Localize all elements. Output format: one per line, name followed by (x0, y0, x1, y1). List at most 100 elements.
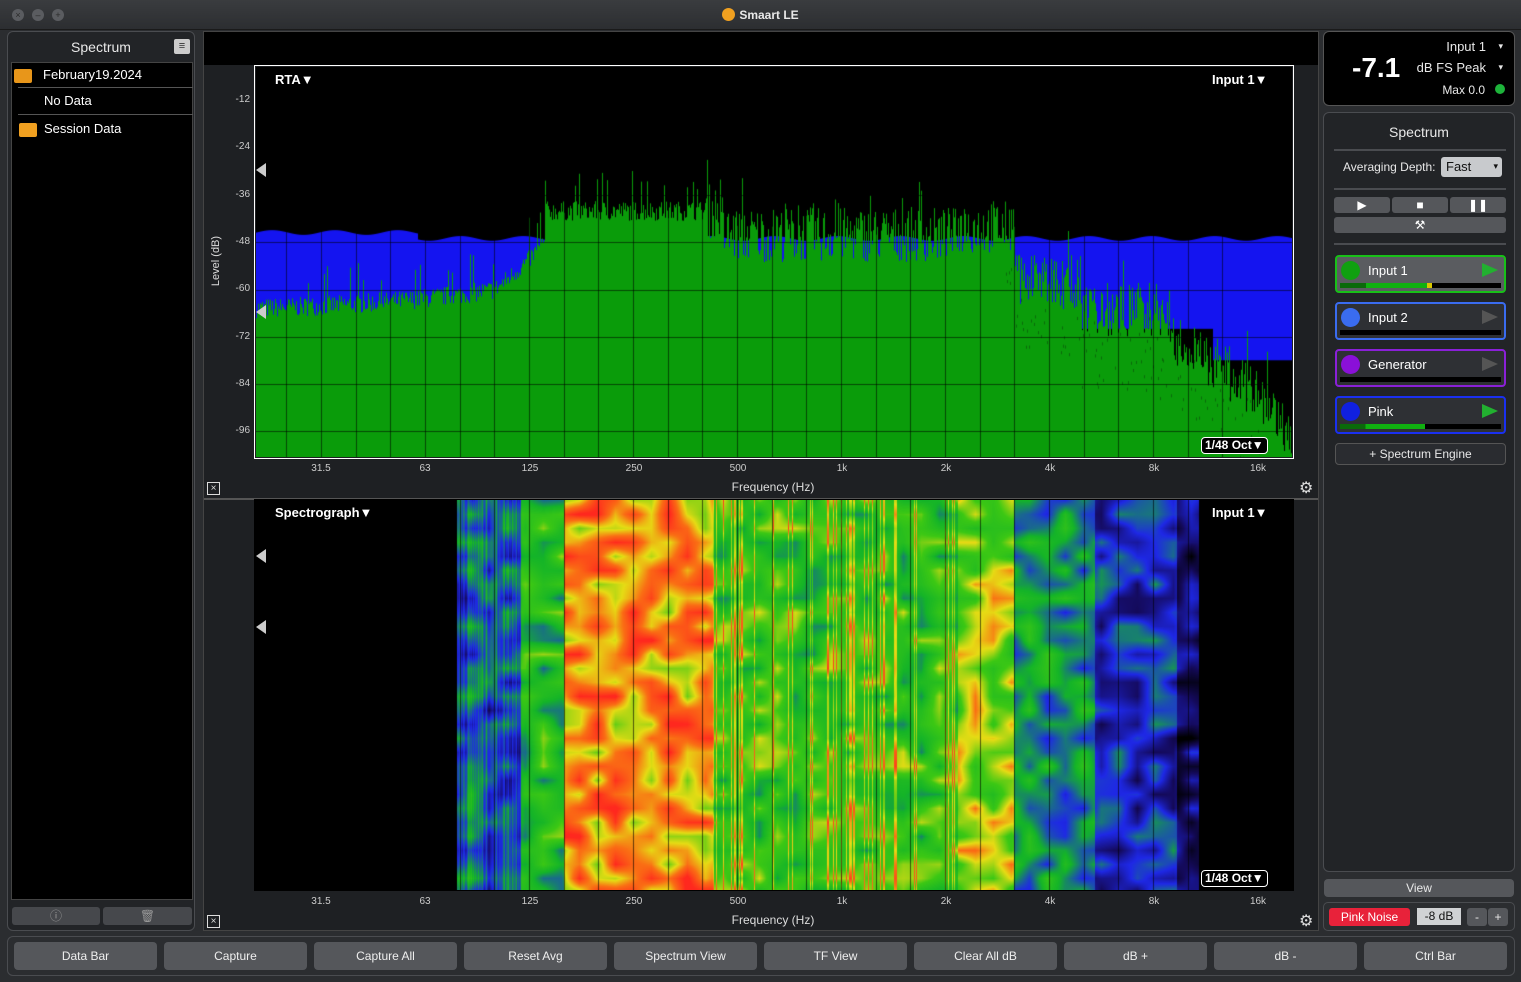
left-panel-title: Spectrum (71, 39, 131, 55)
rta-x-axis-label: Frequency (Hz) (731, 480, 815, 494)
pause-icon: ❚❚ (1467, 198, 1489, 212)
play-icon[interactable] (1482, 357, 1498, 371)
meter-source-dropdown[interactable]: Input 1 (1446, 39, 1486, 54)
tools-button[interactable]: ⚒ (1334, 217, 1506, 233)
list-item-folder[interactable]: Session Data (12, 117, 192, 143)
bottom-button-tf-view[interactable]: TF View (764, 942, 907, 970)
top-strip (204, 32, 1318, 65)
view-button[interactable]: View (1324, 879, 1514, 897)
pause-button[interactable]: ❚❚ (1450, 197, 1506, 213)
delete-button[interactable]: 🗑 (103, 907, 192, 925)
rta-y-tick: -72 (235, 330, 250, 342)
engine-pink[interactable]: Pink (1335, 396, 1506, 434)
generator-increase-button[interactable]: + (1488, 908, 1508, 926)
bottom-button-db-[interactable]: dB - (1214, 942, 1357, 970)
rta-input-dropdown[interactable]: Input 1▼ (1212, 72, 1267, 87)
spectrograph-input-dropdown[interactable]: Input 1▼ (1212, 505, 1267, 520)
averaging-value: Fast (1446, 159, 1472, 174)
chevron-down-icon: ▾ (1493, 161, 1498, 171)
bottom-button-capture[interactable]: Capture (164, 942, 307, 970)
rta-y-tick: -24 (235, 141, 250, 153)
rta-resolution-dropdown[interactable]: 1/48 Oct▼ (1201, 437, 1268, 454)
rta-x-tick: 500 (729, 463, 747, 474)
rta-upper-marker[interactable] (256, 163, 266, 177)
spectrograph-x-tick: 4k (1044, 896, 1056, 907)
folder-open-icon (14, 69, 32, 83)
engine-color-icon (1341, 402, 1360, 421)
rta-x-tick: 8k (1148, 463, 1160, 474)
peak-indicator (1426, 283, 1432, 288)
tools-icon: ⚒ (1414, 218, 1426, 232)
title-bar: × – + Smaart LE (0, 0, 1521, 30)
play-icon[interactable] (1482, 404, 1498, 418)
chevron-down-icon[interactable]: ▾ (1498, 62, 1503, 73)
bottom-button-reset-avg[interactable]: Reset Avg (464, 942, 607, 970)
play-button[interactable]: ▶ (1334, 197, 1390, 213)
spectrograph-resolution-dropdown[interactable]: 1/48 Oct▼ (1201, 870, 1268, 887)
rta-y-tick: -60 (235, 283, 250, 295)
generator-level-field[interactable]: -8 dB (1417, 908, 1461, 925)
trash-icon: 🗑 (139, 909, 156, 923)
engine-color-icon (1341, 308, 1360, 327)
meter-mode-dropdown[interactable]: dB FS Peak (1417, 60, 1486, 75)
meter-value: -7.1 (1352, 52, 1401, 83)
rta-plot[interactable] (256, 67, 1292, 457)
pink-noise-button[interactable]: Pink Noise (1329, 908, 1410, 926)
engine-generator[interactable]: Generator (1335, 349, 1506, 387)
rta-x-tick: 4k (1044, 463, 1056, 474)
divider (1334, 149, 1506, 151)
spectrum-control-panel: Spectrum Averaging Depth: Fast ▾ ▶ ■ ❚❚ ⚒… (1323, 112, 1515, 872)
spectrograph-x-tick: 31.5 (311, 896, 331, 907)
stop-button[interactable]: ■ (1392, 197, 1448, 213)
spectrograph-x-tick: 1k (836, 896, 848, 907)
rta-type-dropdown[interactable]: RTA▼ (275, 72, 314, 87)
chevron-down-icon[interactable]: ▾ (1498, 41, 1503, 52)
spectrograph-plot[interactable] (255, 500, 1293, 890)
generator-decrease-button[interactable]: - (1467, 908, 1487, 926)
bottom-button-data-bar[interactable]: Data Bar (14, 942, 157, 970)
play-icon[interactable] (1482, 310, 1498, 324)
bottom-button-spectrum-view[interactable]: Spectrum View (614, 942, 757, 970)
bottom-button-capture-all[interactable]: Capture All (314, 942, 457, 970)
rta-y-axis-label: Level (dB) (210, 235, 222, 287)
rta-x-tick: 2k (940, 463, 952, 474)
close-plot-icon[interactable]: × (207, 915, 220, 928)
bottom-button-clear-all-db[interactable]: Clear All dB (914, 942, 1057, 970)
menu-icon[interactable]: ≡ (174, 39, 190, 54)
engine-input-2[interactable]: Input 2 (1335, 302, 1506, 340)
rta-lower-marker[interactable] (256, 305, 266, 319)
spectrograph-upper-marker[interactable] (256, 549, 266, 563)
close-plot-icon[interactable]: × (207, 482, 220, 495)
bottom-button-db-[interactable]: dB + (1064, 942, 1207, 970)
play-icon[interactable] (1482, 263, 1498, 277)
add-spectrum-engine-button[interactable]: + Spectrum Engine (1335, 443, 1506, 465)
engine-name: Generator (1368, 357, 1427, 372)
list-item[interactable]: No Data (12, 89, 192, 115)
divider (18, 87, 193, 88)
gear-icon[interactable]: ⚙ (1299, 478, 1313, 498)
engine-name: Pink (1368, 404, 1394, 419)
gear-icon[interactable]: ⚙ (1299, 911, 1313, 931)
bottom-button-ctrl-bar[interactable]: Ctrl Bar (1364, 942, 1507, 970)
spectrograph-x-tick: 8k (1148, 896, 1160, 907)
rta-y-tick: -84 (235, 377, 250, 389)
spectrograph-x-axis-label: Frequency (Hz) (731, 913, 815, 927)
folder-icon (19, 123, 37, 137)
rta-y-tick: -96 (235, 425, 250, 437)
play-icon: ▶ (1357, 198, 1367, 212)
panel-title: Spectrum (1389, 124, 1449, 140)
engine-level-meter (1340, 424, 1501, 429)
spectrograph-x-tick: 125 (521, 896, 539, 907)
engine-input-1[interactable]: Input 1 (1335, 255, 1506, 293)
info-button[interactable]: ⓘ (12, 907, 100, 925)
list-item-folder[interactable]: February19.2024 (12, 63, 192, 89)
engine-name: Input 1 (1368, 263, 1408, 278)
spectrograph-x-tick: 16k (1249, 896, 1267, 907)
engine-level-meter (1340, 330, 1501, 335)
info-icon: ⓘ (49, 909, 62, 923)
level-meter: -7.1 Input 1 ▾ dB FS Peak ▾ Max 0.0 (1323, 31, 1515, 106)
engine-color-icon (1341, 355, 1360, 374)
spectrograph-lower-marker[interactable] (256, 620, 266, 634)
spectrograph-type-dropdown[interactable]: Spectrograph▼ (275, 505, 372, 520)
averaging-dropdown[interactable]: Fast ▾ (1441, 157, 1502, 177)
